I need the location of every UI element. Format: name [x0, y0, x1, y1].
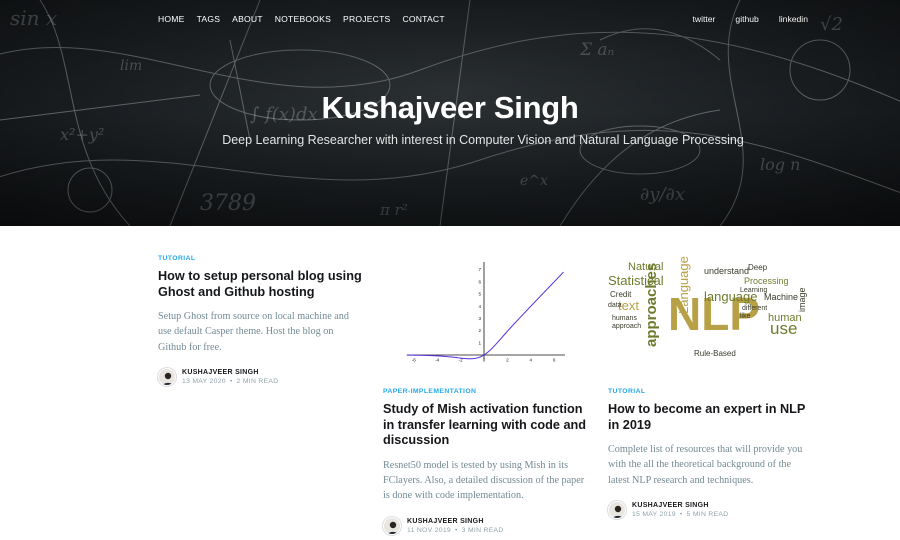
plot-y-tick-label: 4 [478, 304, 481, 309]
post-date: 11 NOV 2019 [407, 526, 451, 534]
author-name[interactable]: KUSHAJVEER SINGH [632, 502, 728, 509]
post-date: 15 MAY 2019 [632, 511, 676, 519]
plot-y-tick-label: 6 [478, 279, 481, 284]
nav-tags[interactable]: TAGS [197, 14, 221, 24]
post-date-readtime: 15 MAY 2019 • 5 MIN READ [632, 511, 728, 518]
wc-word: Statistical [608, 273, 664, 288]
separator-dot: • [454, 526, 458, 534]
post-title[interactable]: How to setup personal blog using Ghost a… [158, 269, 363, 300]
separator-dot: • [229, 378, 233, 386]
wc-word: human [768, 312, 802, 324]
nav-notebooks[interactable]: NOTEBOOKS [275, 14, 331, 24]
separator-dot: • [679, 511, 683, 519]
nav-home[interactable]: HOME [158, 14, 185, 24]
plot-x-tick-label: -4 [435, 358, 440, 363]
wc-word: like [740, 313, 751, 320]
reading-time: 2 MIN READ [236, 378, 279, 386]
plot-x-tick-label: -6 [412, 358, 417, 363]
author-avatar[interactable] [608, 501, 626, 520]
post-tag[interactable]: TUTORIAL [608, 388, 813, 395]
mish-curve [406, 271, 564, 360]
post-date-readtime: 13 MAY 2020 • 2 MIN READ [182, 378, 278, 385]
meta-text: KUSHAJVEER SINGH 15 MAY 2019 • 5 MIN READ [632, 502, 728, 518]
author-name[interactable]: KUSHAJVEER SINGH [182, 369, 278, 376]
post-title[interactable]: How to become an expert in NLP in 2019 [608, 402, 813, 433]
site-description: Deep Learning Researcher with interest i… [222, 133, 744, 147]
nav-github-link[interactable]: github [735, 14, 758, 24]
post-date: 13 MAY 2020 [182, 378, 226, 386]
post-meta: KUSHAJVEER SINGH 13 MAY 2020 • 2 MIN READ [158, 368, 363, 387]
plot-x-tick-label: 4 [530, 358, 533, 363]
meta-text: KUSHAJVEER SINGH 13 MAY 2020 • 2 MIN READ [182, 369, 278, 385]
plot-y-tick-label: 2 [478, 328, 481, 333]
wc-word: humans [612, 315, 637, 322]
site-header: sin x ∫ f(x)dx Σ aₙ x²+y² 3789 ∂y/∂x log… [0, 0, 900, 226]
plot-y-tick-label: 3 [478, 316, 481, 321]
wc-word: approach [612, 323, 641, 330]
plot-x-tick-label: 0 [483, 358, 486, 363]
post-date-readtime: 11 NOV 2019 • 3 MIN READ [407, 527, 504, 534]
wc-word: Rule-Based [694, 349, 736, 358]
nav-twitter-link[interactable]: twitter [693, 14, 716, 24]
reading-time: 3 MIN READ [461, 526, 504, 534]
author-name[interactable]: KUSHAJVEER SINGH [407, 518, 504, 525]
post-title[interactable]: Study of Mish activation function in tra… [383, 402, 588, 449]
wc-word: Credit [610, 290, 632, 299]
wc-word: Learning [740, 287, 767, 294]
nlp-word-cloud-image[interactable]: NLP approaches Language Statistical Natu… [608, 252, 808, 380]
main-nav: HOME TAGS ABOUT NOTEBOOKS PROJECTS CONTA… [0, 0, 900, 38]
wc-word: Processing [744, 276, 789, 286]
wc-word: data [608, 302, 622, 309]
plot-x-ticks: -6 -4 -2 0 2 4 6 [412, 358, 556, 363]
meta-text: KUSHAJVEER SINGH 11 NOV 2019 • 3 MIN READ [407, 518, 504, 534]
wc-word: understand [704, 266, 749, 276]
plot-y-tick-label: 1 [478, 340, 481, 345]
author-avatar[interactable] [383, 516, 401, 535]
plot-x-tick-label: 6 [553, 358, 556, 363]
wc-word: Machine [764, 292, 798, 302]
wc-word: different [742, 305, 767, 312]
wc-word: Language [676, 256, 691, 314]
mish-activation-plot-image[interactable]: -6 -4 -2 0 2 4 6 1234567 [383, 252, 583, 380]
plot-y-ticks: 1 2 3 4 5 6 7 [478, 267, 481, 345]
nav-linkedin-link[interactable]: linkedin [779, 14, 808, 24]
plot-y-tick-label: 7 [478, 267, 481, 272]
nav-projects[interactable]: PROJECTS [343, 14, 390, 24]
nav-social: twitter github linkedin [673, 14, 809, 24]
post-card[interactable]: NLP approaches Language Statistical Natu… [608, 252, 813, 520]
post-meta: KUSHAJVEER SINGH 15 MAY 2019 • 5 MIN READ [608, 501, 813, 520]
wc-word: image [797, 287, 807, 312]
post-tag[interactable]: PAPER-IMPLEMENTATION [383, 388, 588, 395]
post-tag[interactable]: TUTORIAL [158, 255, 363, 262]
nav-about[interactable]: ABOUT [232, 14, 263, 24]
post-card[interactable]: TUTORIAL How to setup personal blog usin… [158, 255, 363, 387]
post-excerpt[interactable]: Complete list of resources that will pro… [608, 442, 813, 488]
plot-y-tick-label: 5 [478, 292, 481, 297]
author-avatar[interactable] [158, 368, 176, 387]
post-excerpt[interactable]: Setup Ghost from source on local machine… [158, 309, 363, 355]
post-excerpt[interactable]: Resnet50 model is tested by using Mish i… [383, 458, 588, 504]
site-title: Kushajveer Singh [321, 90, 579, 125]
nav-primary: HOME TAGS ABOUT NOTEBOOKS PROJECTS CONTA… [158, 14, 457, 24]
wc-word: Natural [628, 261, 663, 273]
plot-x-tick-label: 2 [506, 358, 509, 363]
nav-contact[interactable]: CONTACT [402, 14, 444, 24]
reading-time: 5 MIN READ [686, 511, 729, 519]
post-meta: KUSHAJVEER SINGH 11 NOV 2019 • 3 MIN READ [383, 516, 588, 535]
wc-word: Deep [748, 263, 768, 272]
post-card[interactable]: -6 -4 -2 0 2 4 6 1234567 PAPER-IMPLEMENTATION … [383, 252, 588, 535]
